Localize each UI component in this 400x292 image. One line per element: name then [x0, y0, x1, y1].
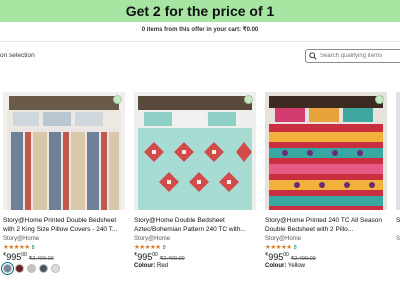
- price-cents: 00: [152, 252, 158, 258]
- colour-swatch[interactable]: [1, 262, 14, 275]
- price-value: 995: [6, 252, 22, 262]
- colour-info: Colour: Red: [134, 263, 260, 269]
- product-brand: S: [396, 236, 400, 242]
- colour-label: Colour:: [134, 263, 156, 269]
- rating-count[interactable]: 8: [32, 245, 35, 251]
- price-value: 995: [268, 252, 284, 262]
- product-title[interactable]: S: [396, 216, 400, 234]
- checkmark-icon: [244, 95, 253, 104]
- product-title[interactable]: Story@Home Printed Double Bedsheet with …: [3, 216, 129, 234]
- divider: [0, 41, 400, 42]
- product-brand: Story@Home: [265, 236, 302, 242]
- colour-value: Red: [157, 263, 169, 269]
- checkmark-icon: [113, 95, 122, 104]
- mrp-price: ₹2,499.00: [290, 256, 316, 262]
- product-card[interactable]: S S: [396, 92, 400, 242]
- star-rating[interactable]: ★★★★★ 8: [3, 243, 129, 251]
- mrp-price: ₹2,499.00: [159, 256, 185, 262]
- price-value: 995: [137, 252, 153, 262]
- product-image[interactable]: [265, 92, 387, 210]
- star-icon: ★★★★★: [3, 244, 30, 251]
- offer-title: Get 2 for the price of 1: [125, 3, 275, 19]
- product-price: ₹99500₹2,499.00: [134, 252, 260, 262]
- colour-swatch[interactable]: [27, 264, 36, 273]
- star-rating[interactable]: ★★★★★ 8: [265, 243, 391, 251]
- search-input[interactable]: [317, 53, 400, 59]
- price-cents: 00: [21, 252, 27, 258]
- checkmark-icon: [375, 95, 384, 104]
- colour-info: Colour: Yellow: [265, 263, 391, 269]
- star-icon: ★★★★★: [265, 244, 292, 251]
- product-card[interactable]: Story@Home Printed Double Bedsheet with …: [1, 92, 129, 275]
- product-image[interactable]: [396, 92, 400, 210]
- rating-count[interactable]: 8: [163, 245, 166, 251]
- offer-banner: Get 2 for the price of 1: [0, 0, 400, 22]
- product-card[interactable]: Story@Home Printed 240 TC All Season Dou…: [265, 92, 391, 269]
- rating-count[interactable]: 8: [294, 245, 297, 251]
- mrp-price: ₹2,499.00: [28, 256, 54, 262]
- product-image[interactable]: [3, 92, 125, 210]
- search-icon: [309, 52, 317, 60]
- colour-swatch[interactable]: [15, 264, 24, 273]
- colour-label: Colour:: [265, 263, 287, 269]
- selection-label: on selection: [0, 52, 35, 59]
- product-brand: Story@Home: [134, 236, 171, 242]
- search-box[interactable]: [305, 49, 400, 63]
- product-card[interactable]: Story@Home Double Bedsheet Aztec/Bohemia…: [134, 92, 260, 269]
- cart-total: ₹0.00: [242, 27, 259, 33]
- colour-value: Yellow: [287, 263, 306, 269]
- product-title[interactable]: Story@Home Double Bedsheet Aztec/Bohemia…: [134, 216, 260, 234]
- product-title[interactable]: Story@Home Printed 240 TC All Season Dou…: [265, 216, 391, 234]
- star-rating[interactable]: ★★★★★ 8: [134, 243, 260, 251]
- product-price: ₹99500₹2,499.00: [3, 252, 129, 262]
- cart-count-text: 0 items from this offer in your cart:: [141, 27, 242, 33]
- star-icon: ★★★★★: [134, 244, 161, 251]
- cart-summary: 0 items from this offer in your cart: ₹0…: [0, 26, 400, 33]
- colour-swatch[interactable]: [51, 264, 60, 273]
- product-price: ₹99500₹2,499.00: [265, 252, 391, 262]
- colour-swatches: [1, 262, 129, 275]
- product-brand: Story@Home: [3, 236, 40, 242]
- product-image[interactable]: [134, 92, 256, 210]
- price-cents: 00: [283, 252, 289, 258]
- colour-swatch[interactable]: [39, 264, 48, 273]
